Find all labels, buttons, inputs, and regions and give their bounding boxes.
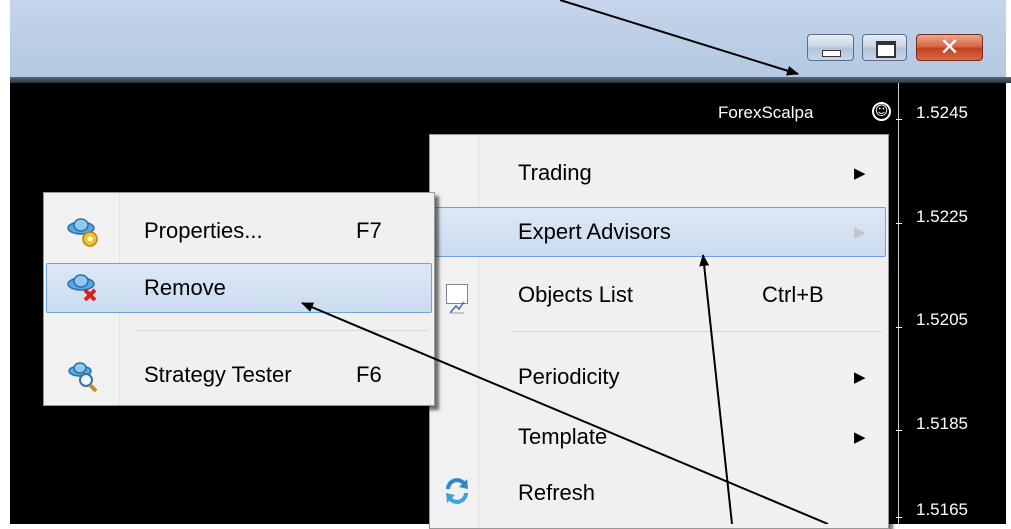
- price-label: 1.5185: [916, 414, 968, 433]
- submenu-arrow-icon: ▶: [854, 368, 866, 386]
- menu-item-label: Trading: [518, 160, 592, 185]
- price-label: 1.5165: [916, 500, 968, 519]
- maximize-button[interactable]: [862, 34, 907, 61]
- close-icon: ✕: [939, 33, 960, 61]
- submenu-item-remove[interactable]: Remove: [46, 263, 432, 313]
- minimize-button[interactable]: [807, 34, 854, 61]
- price-axis: [898, 83, 899, 524]
- menu-item-label: Remove: [144, 275, 226, 300]
- submenu-item-properties[interactable]: Properties... F7: [46, 207, 432, 257]
- maximize-icon: [876, 41, 896, 58]
- close-button[interactable]: ✕: [916, 33, 983, 61]
- objects-list-icon: [446, 284, 468, 314]
- submenu-item-strategy-tester[interactable]: Strategy Tester F6: [46, 351, 432, 401]
- menu-item-refresh[interactable]: Refresh: [432, 469, 886, 519]
- price-tick: [896, 119, 902, 120]
- menu-item-label: Properties...: [144, 218, 263, 243]
- expert-advisor-name: ForexScalpa: [718, 103, 814, 122]
- refresh-icon: [442, 475, 472, 505]
- chart-context-menu: Trading ▶ Expert Advisors ▶ Objects List…: [429, 134, 889, 529]
- price-tick: [896, 327, 902, 328]
- minimize-icon: [822, 50, 841, 57]
- menu-item-objects-list[interactable]: Objects List Ctrl+B: [432, 271, 886, 321]
- expert-properties-icon: [66, 215, 100, 249]
- smiley-icon: ☺: [872, 102, 891, 121]
- menu-item-trading[interactable]: Trading ▶: [432, 149, 886, 199]
- expert-advisors-submenu: Properties... F7 Remove Strategy Tester …: [43, 192, 435, 406]
- menu-item-label: Periodicity: [518, 364, 620, 389]
- menu-item-periodicity[interactable]: Periodicity ▶: [432, 353, 886, 403]
- menu-separator: [512, 331, 882, 332]
- menu-item-label: Expert Advisors: [518, 219, 671, 244]
- menu-item-label: Template: [518, 424, 608, 449]
- menu-separator: [136, 330, 428, 331]
- price-label: 1.5245: [916, 103, 968, 122]
- submenu-arrow-icon: ▶: [854, 164, 866, 182]
- menu-item-expert-advisors[interactable]: Expert Advisors ▶: [432, 207, 886, 257]
- expert-remove-icon: [66, 271, 100, 305]
- menu-item-label: Refresh: [518, 480, 596, 505]
- price-tick: [896, 223, 902, 224]
- menu-item-shortcut: F7: [356, 218, 382, 243]
- menu-item-label: Strategy Tester: [144, 362, 292, 387]
- menu-item-shortcut: Ctrl+B: [762, 282, 824, 307]
- menu-item-label: Objects List: [518, 282, 633, 307]
- menu-item-template[interactable]: Template ▶: [432, 413, 886, 463]
- strategy-tester-icon: [66, 359, 100, 393]
- price-tick: [896, 430, 902, 431]
- window-title-bar: ✕: [10, 0, 1006, 77]
- price-label: 1.5205: [916, 310, 968, 329]
- submenu-arrow-icon: ▶: [854, 428, 866, 446]
- price-tick: [896, 517, 902, 518]
- price-label: 1.5225: [916, 207, 968, 226]
- menu-item-shortcut: F6: [356, 362, 382, 387]
- submenu-arrow-icon: ▶: [854, 223, 866, 241]
